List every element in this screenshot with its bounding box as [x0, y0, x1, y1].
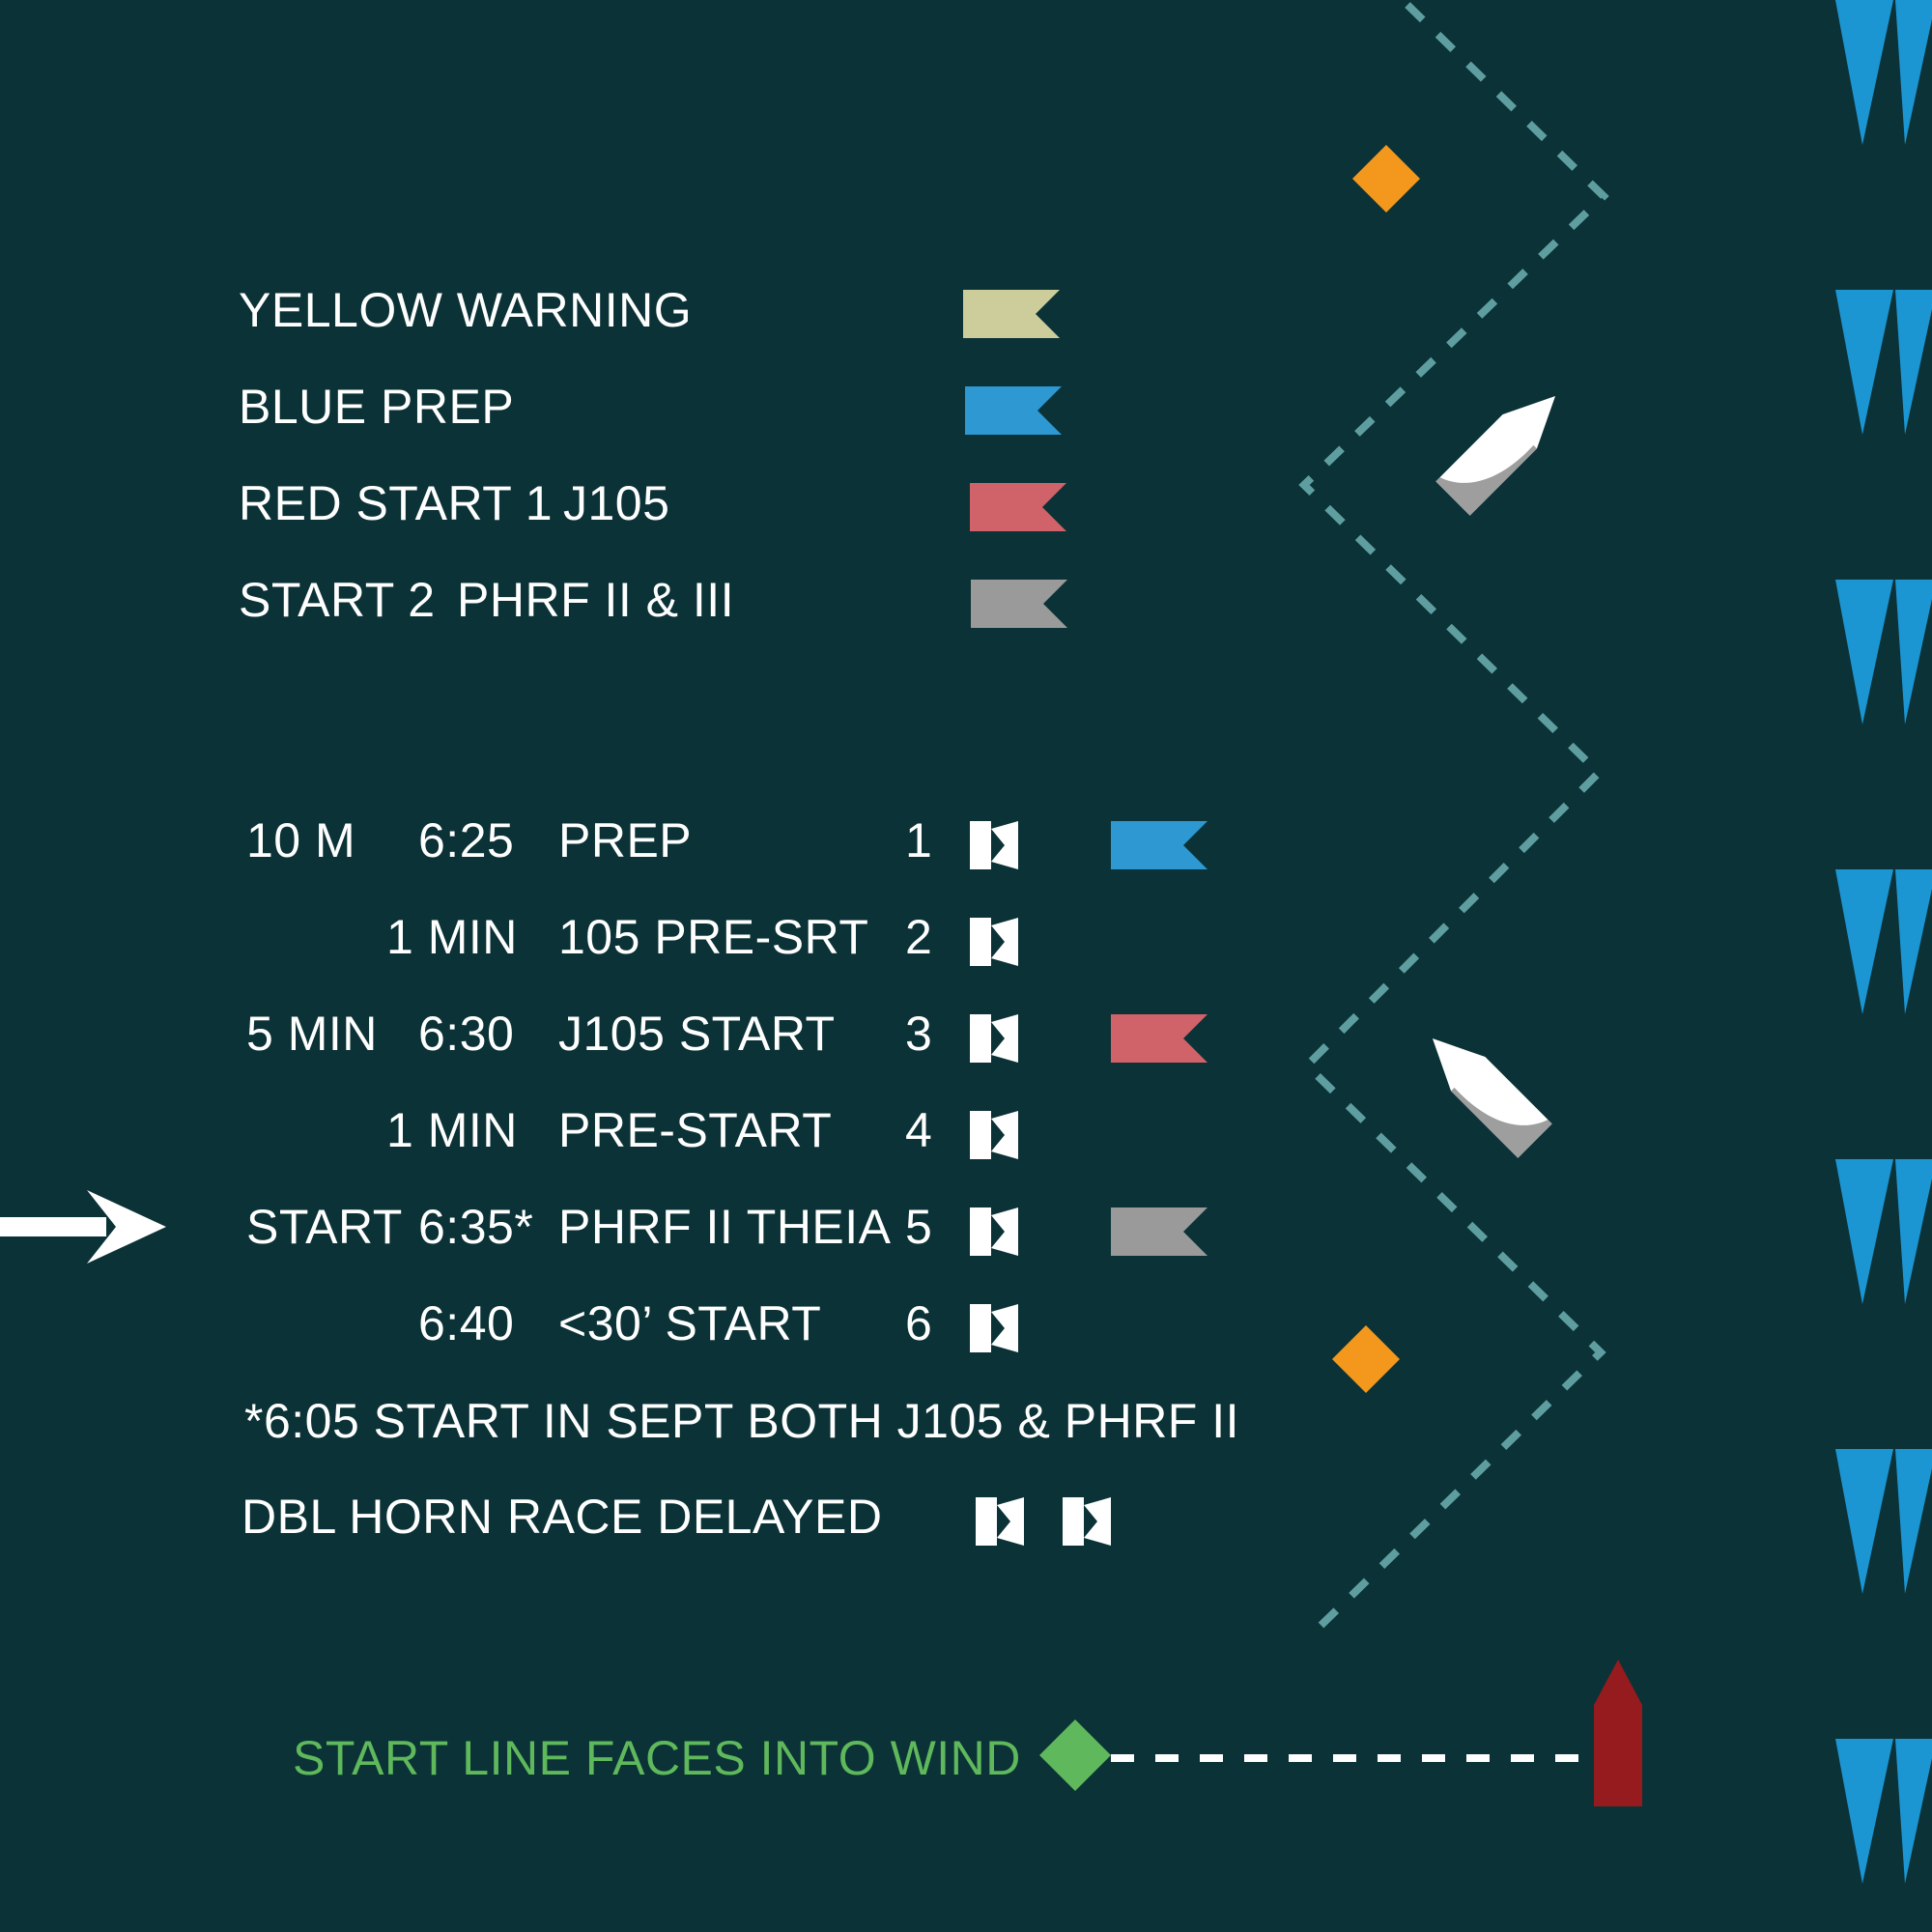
horn-flag-fly	[991, 1208, 1018, 1256]
horn-flag-fly	[991, 1304, 1018, 1352]
legend-flag-icon	[970, 483, 1066, 531]
schedule-flag-icon	[1111, 821, 1208, 869]
horn-flag-fly	[1084, 1497, 1111, 1546]
horn-flag-mast	[970, 1304, 991, 1352]
horn-flag-fly	[997, 1497, 1024, 1546]
race-start-diagram: YELLOW WARNING BLUE PREP RED START 1 J10…	[0, 0, 1932, 1932]
flag-layer	[963, 290, 1208, 1546]
horn-flag-mast	[970, 1111, 991, 1159]
horn-flag-fly	[991, 918, 1018, 966]
horn-flag-fly	[991, 1014, 1018, 1063]
horn-flag-icon	[970, 1208, 1018, 1256]
horn-flag-mast	[970, 821, 991, 869]
legend-flag-icon	[971, 580, 1067, 628]
horn-flag-fly	[991, 821, 1018, 869]
horn-flag-icon	[970, 1304, 1018, 1352]
horn-flag-mast	[970, 918, 991, 966]
horn-flag-icon	[976, 1497, 1024, 1546]
schedule-flag-icon	[1111, 1014, 1208, 1063]
horn-flag-icon	[1063, 1497, 1111, 1546]
horn-flag-icon	[970, 1111, 1018, 1159]
horn-flag-mast	[970, 1014, 991, 1063]
horn-flag-mast	[1063, 1497, 1084, 1546]
legend-flag-icon	[963, 290, 1060, 338]
horn-flag-mast	[970, 1208, 991, 1256]
legend-flag-icon	[965, 386, 1062, 435]
horn-flag-icon	[970, 1014, 1018, 1063]
horn-flag-mast	[976, 1497, 997, 1546]
horn-flag-icon	[970, 821, 1018, 869]
horn-flag-fly	[991, 1111, 1018, 1159]
horn-flag-icon	[970, 918, 1018, 966]
schedule-flag-icon	[1111, 1208, 1208, 1256]
